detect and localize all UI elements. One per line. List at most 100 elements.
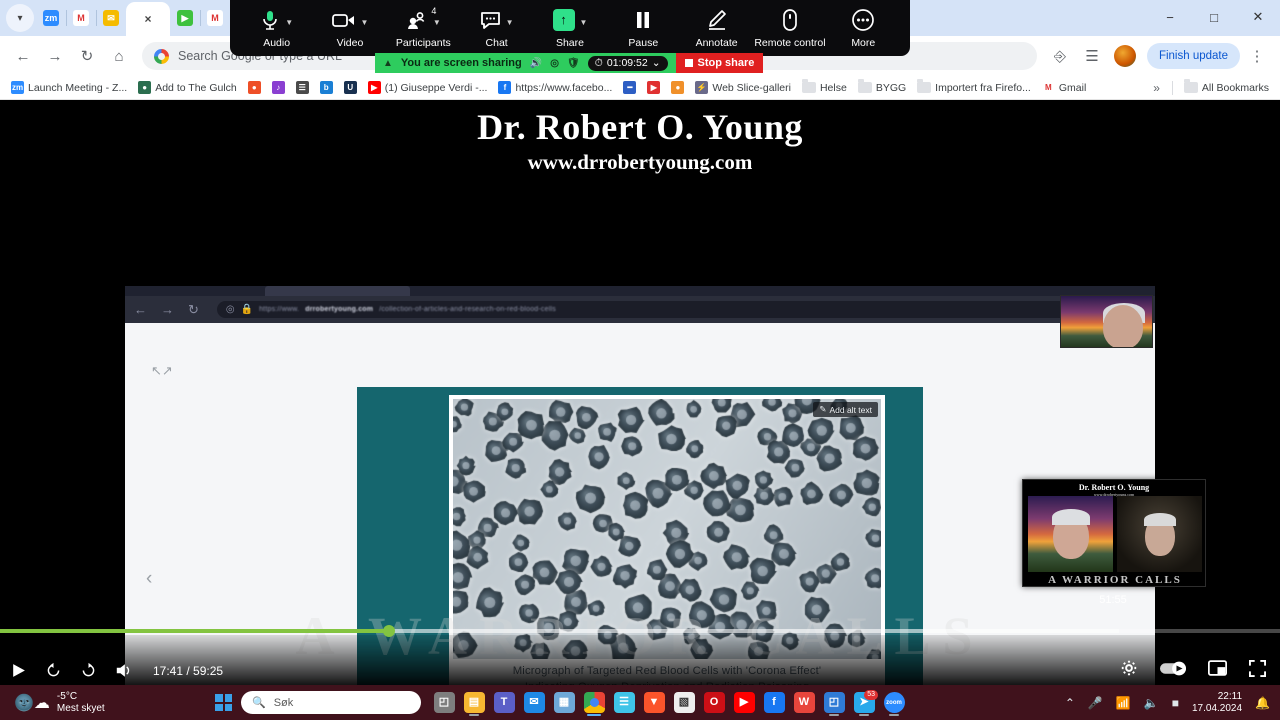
taskbar-app-calculator[interactable]: ▦ <box>550 689 578 717</box>
miniplayer-icon[interactable] <box>1208 660 1227 676</box>
taskbar-app-sticky-notes[interactable]: ▧ <box>670 689 698 717</box>
fullscreen-icon[interactable] <box>1249 659 1266 677</box>
progress-bar[interactable] <box>0 625 1280 637</box>
profile-avatar[interactable] <box>1113 45 1136 67</box>
browser-tab-gmail-tab-2[interactable]: M <box>200 3 231 33</box>
bookmark-item[interactable]: BYGG <box>853 79 911 96</box>
inner-address-bar[interactable]: ◎ 🔒 https://www. drrobertyoung.com /coll… <box>216 301 1070 318</box>
taskbar-app-file-explorer[interactable]: ▤ <box>460 689 488 717</box>
shield-icon[interactable]: 🛡 <box>567 58 580 69</box>
bookmark-item[interactable]: Helse <box>797 79 852 96</box>
zoom-toolbar-audio[interactable]: ▼ Audio <box>241 8 313 49</box>
bookmark-item[interactable]: zm Launch Meeting - Z... <box>6 79 132 96</box>
taskbar-search-input[interactable]: 🔍 Søk <box>241 691 421 714</box>
bookmark-item[interactable]: ▶ <box>642 79 665 96</box>
bookmark-item[interactable]: ━ <box>618 79 641 96</box>
browser-tab-youtube-tab[interactable]: ▶ <box>170 3 201 33</box>
inner-back-arrow-icon[interactable]: ← <box>134 302 147 317</box>
zoom-toolbar-pause[interactable]: Pause <box>607 8 679 49</box>
bookmark-item[interactable]: ▶ (1) Giuseppe Verdi -... <box>363 79 493 96</box>
chevron-down-icon[interactable]: ⌄ <box>652 57 661 69</box>
chevron-left-icon[interactable]: ‹ <box>146 568 152 590</box>
zoom-toolbar-video[interactable]: ▼ Video <box>314 8 386 49</box>
add-alt-text-button[interactable]: ✎ Add alt text <box>813 402 878 417</box>
taskbar-app-youtube[interactable]: ▶ <box>730 689 758 717</box>
windows-start-icon[interactable] <box>215 694 232 711</box>
all-bookmarks-button[interactable]: All Bookmarks <box>1179 79 1274 96</box>
zoom-toolbar-participants[interactable]: ▼ 4 Participants <box>387 6 459 49</box>
microphone-icon[interactable]: 🎤 <box>1088 696 1103 710</box>
battery-icon[interactable]: ■ <box>1172 696 1179 710</box>
taskbar-app-notepad[interactable]: ☰ <box>610 689 638 717</box>
progress-knob[interactable] <box>383 625 396 637</box>
inner-forward-arrow-icon[interactable]: → <box>161 302 174 317</box>
bookmark-item[interactable]: ● <box>666 79 689 96</box>
wifi-icon[interactable]: 📶 <box>1116 696 1131 710</box>
reload-icon[interactable]: ↻ <box>72 41 102 71</box>
bookmark-item[interactable]: f https://www.facebo... <box>493 79 617 96</box>
weather-widget[interactable]: 🌚☁ -5°C Mest skyet <box>0 691 215 715</box>
home-icon[interactable]: ⌂ <box>104 41 134 71</box>
bookmark-item[interactable]: M Gmail <box>1037 79 1091 96</box>
maximize-button[interactable]: □ <box>1192 0 1236 34</box>
chevron-down-icon[interactable]: ▼ <box>506 18 514 27</box>
notification-bell-icon[interactable]: 🔔 <box>1255 696 1270 710</box>
chevron-down-icon[interactable]: ▼ <box>285 18 293 27</box>
browser-tab-gmail-tab-1[interactable]: M <box>66 3 97 33</box>
speaker-icon[interactable]: 🔊 <box>530 58 542 69</box>
inner-reload-icon[interactable]: ↻ <box>188 302 199 318</box>
speaker-icon[interactable]: 🔈 <box>1144 696 1159 710</box>
tray-chevron-icon[interactable]: ⌃ <box>1065 696 1075 710</box>
zoom-toolbar-chat[interactable]: ▼ Chat <box>461 8 533 49</box>
taskbar-app-facebook[interactable]: f <box>760 689 788 717</box>
share-timer[interactable]: ⏱ 01:09:52 ⌄ <box>587 55 668 71</box>
taskbar-app-mail[interactable]: ✉ <box>520 689 548 717</box>
forward-icon[interactable]: → <box>40 41 70 71</box>
browser-tab-mail-tab[interactable]: ✉ <box>96 3 127 33</box>
chevron-down-icon[interactable]: ▼ <box>580 18 588 27</box>
autoplay-toggle-icon[interactable] <box>1160 661 1186 676</box>
bookmark-item[interactable]: ● Add to The Gulch <box>133 79 242 96</box>
bookmark-item[interactable]: ⚡ Web Slice-galleri <box>690 79 796 96</box>
bookmark-item[interactable]: ● <box>243 79 266 96</box>
youtube-video-player[interactable]: Dr. Robert O. Young www.drrobertyoung.co… <box>0 100 1280 685</box>
browser-tab-active-tab[interactable]: × <box>126 2 170 36</box>
zoom-toolbar-more[interactable]: More <box>827 8 899 49</box>
zoom-toolbar-remote-control[interactable]: Remote control <box>754 8 826 49</box>
stop-share-button[interactable]: Stop share <box>675 53 764 73</box>
zoom-toolbar-annotate[interactable]: Annotate <box>681 8 753 49</box>
minimize-button[interactable]: − <box>1148 0 1192 34</box>
taskbar-clock[interactable]: 22:11 17.04.2024 <box>1192 691 1242 715</box>
bookmark-item[interactable]: U <box>339 79 362 96</box>
tab-search-chevron-icon[interactable]: ▾ <box>6 4 34 32</box>
chevron-down-icon[interactable]: ▼ <box>361 18 369 27</box>
record-icon[interactable]: ◎ <box>550 58 559 69</box>
chevron-down-icon[interactable]: ▼ <box>433 18 441 27</box>
playlist-icon[interactable]: ☰ <box>1077 41 1107 71</box>
bookmarks-overflow-button[interactable]: » <box>1147 81 1166 95</box>
extensions-icon[interactable]: ⎆ <box>1045 41 1075 71</box>
volume-icon[interactable] <box>115 662 133 679</box>
taskbar-app-task-view[interactable]: ◰ <box>430 689 458 717</box>
bookmark-item[interactable]: ☰ <box>291 79 314 96</box>
taskbar-app-zoom-app[interactable]: zoom <box>880 689 908 717</box>
taskbar-app-google-chrome[interactable] <box>580 689 608 717</box>
zoom-toolbar-share[interactable]: ↑ ▼ Share <box>534 8 606 49</box>
forward-10-icon[interactable] <box>80 662 97 679</box>
bookmark-item[interactable]: Importert fra Firefo... <box>912 79 1036 96</box>
bookmark-item[interactable]: ♪ <box>267 79 290 96</box>
taskbar-app-microsoft-teams[interactable]: T <box>490 689 518 717</box>
expand-icon[interactable]: ↖↗ <box>151 363 173 379</box>
back-icon[interactable]: ← <box>8 41 38 71</box>
rewind-10-icon[interactable] <box>45 662 62 679</box>
taskbar-app-telegram[interactable]: ➤ 53 <box>850 689 878 717</box>
close-button[interactable]: ✕ <box>1236 0 1280 34</box>
taskbar-app-wikipedia-app[interactable]: W <box>790 689 818 717</box>
chrome-menu-icon[interactable]: ⋮ <box>1242 41 1272 71</box>
gear-icon[interactable] <box>1120 659 1138 677</box>
finish-update-button[interactable]: Finish update <box>1146 43 1240 69</box>
browser-tab-zoom-tab[interactable]: zm <box>36 3 67 33</box>
taskbar-app-photos[interactable]: ◰ <box>820 689 848 717</box>
taskbar-app-brave-browser[interactable]: ▼ <box>640 689 668 717</box>
bookmark-item[interactable]: b <box>315 79 338 96</box>
